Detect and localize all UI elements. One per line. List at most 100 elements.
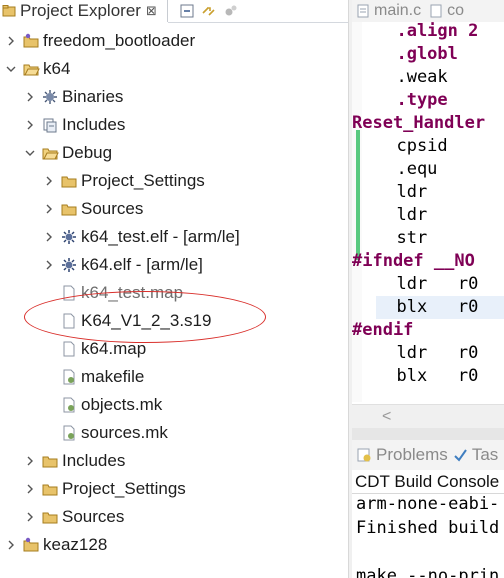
chevron-right-icon[interactable] [23,90,37,104]
makefile-icon [60,424,78,442]
tree-item[interactable]: Sources [23,503,124,531]
console-title: CDT Build Console [352,472,504,494]
code-line: blx r0 [376,366,479,386]
tree-item[interactable]: objects.mk [42,391,162,419]
tree-item[interactable]: k64.elf - [arm/le] [42,251,203,279]
chevron-right-icon[interactable] [4,538,18,552]
code-line: #endif [352,320,414,340]
folder-icon [60,200,78,218]
problems-icon [357,448,371,462]
tree-item-label: makefile [81,367,145,386]
tree-item-label: freedom_bootloader [43,31,196,50]
includes-icon [41,116,59,134]
tree-item[interactable]: Binaries [23,83,123,111]
chevron-down-icon[interactable] [4,62,18,76]
code-line: Reset_Handler [352,113,486,133]
close-icon[interactable]: ⊠ [146,3,157,19]
tree-item[interactable]: keaz128 [4,531,107,559]
tree-item[interactable]: K64_V1_2_3.s19 [42,307,211,335]
tree-item-label: k64.map [81,339,147,358]
tree-item[interactable]: Includes [23,447,125,475]
project-explorer-icon [2,5,16,17]
console-line: Finished build [356,518,500,538]
tab-title: Project Explorer [20,1,141,20]
chevron-right-icon[interactable] [23,454,37,468]
tree-item-label: k64_test.elf - [arm/le] [81,227,240,246]
chevron-right-icon[interactable] [42,258,56,272]
code-line: .type [376,90,448,110]
project-folder-icon [22,32,40,50]
chevron-right-icon[interactable] [42,174,56,188]
gears-icon [225,5,237,16]
makefile-icon [60,368,78,386]
code-line: ldr r0 [376,274,479,294]
tree-item-label: Includes [62,115,126,134]
tree-item[interactable]: makefile [42,363,144,391]
tree-item[interactable]: k64_test.map [42,279,183,307]
code-line: .equ [376,159,438,179]
tree-item[interactable]: freedom_bootloader [4,27,195,55]
tree-item[interactable]: Includes [23,111,125,139]
chevron-down-icon[interactable] [23,146,37,160]
tab-label: main.c [374,2,422,19]
view-menu-button[interactable] [222,3,240,19]
explorer-toolbar [178,0,240,22]
scroll-left-icon[interactable]: < [382,408,391,426]
chevron-right-icon[interactable] [4,34,18,48]
tree-item-label: Project_Settings [81,171,205,190]
tab-problems[interactable]: Problems [356,445,448,465]
chevron-right-icon[interactable] [23,118,37,132]
console-line: make --no-prin [356,566,500,578]
tab-project-explorer[interactable]: Project Explorer ⊠ [0,0,168,22]
tree-item[interactable]: k64_test.elf - [arm/le] [42,223,240,251]
tab-label: Problems [376,445,448,464]
tree-item-label: k64.elf - [arm/le] [81,255,203,274]
tree-item[interactable]: k64 [4,55,70,83]
code-line: ldr r0 [376,343,479,363]
tab-label: Tas [471,445,499,464]
horizontal-scrollbar[interactable]: < [352,404,504,428]
chevron-right-icon[interactable] [42,230,56,244]
folder-icon [60,172,78,190]
console-line: arm-none-eabi- [356,494,500,514]
code-line: ldr [376,182,428,202]
tree-item-label: K64_V1_2_3.s19 [81,311,212,330]
file-icon [60,284,78,302]
code-line: .align 2 [376,21,479,41]
tree-item-label: Binaries [62,87,124,106]
console-view: Problems Tas CDT Build Console arm-none-… [352,440,504,578]
console-tab-bar: Problems Tas [352,440,504,470]
tab-main-c[interactable]: main.c [352,0,425,22]
change-marker [356,130,360,260]
tab-second-file[interactable]: co [425,0,468,22]
collapse-all-button[interactable] [178,3,196,19]
chevron-right-icon[interactable] [23,482,37,496]
code-line: cpsid [376,136,448,156]
tree-item-label: Includes [62,451,126,470]
makefile-icon [60,396,78,414]
link-with-editor-icon [202,7,215,16]
tree-item-label: Sources [81,199,144,218]
elf-binary-icon [60,256,78,274]
editor-console-splitter[interactable] [352,428,504,440]
tree-item[interactable]: Debug [23,139,112,167]
chevron-right-icon[interactable] [42,202,56,216]
tab-label: co [447,2,465,19]
tree-item[interactable]: sources.mk [42,419,168,447]
editor-tab-bar: main.c co [352,0,504,22]
link-with-editor-button[interactable] [200,3,218,19]
folder-open-icon [41,144,59,162]
tree-item[interactable]: Project_Settings [42,167,205,195]
tree-item[interactable]: Sources [42,195,143,223]
project-folder-icon [22,536,40,554]
elf-binary-icon [60,228,78,246]
tab-tasks[interactable]: Tas [452,445,498,465]
tree-item[interactable]: k64.map [42,335,146,363]
project-explorer-view: Project Explorer ⊠ freedom_bootloader k64… [0,0,348,578]
chevron-right-icon[interactable] [23,510,37,524]
tree-item[interactable]: Project_Settings [23,475,186,503]
